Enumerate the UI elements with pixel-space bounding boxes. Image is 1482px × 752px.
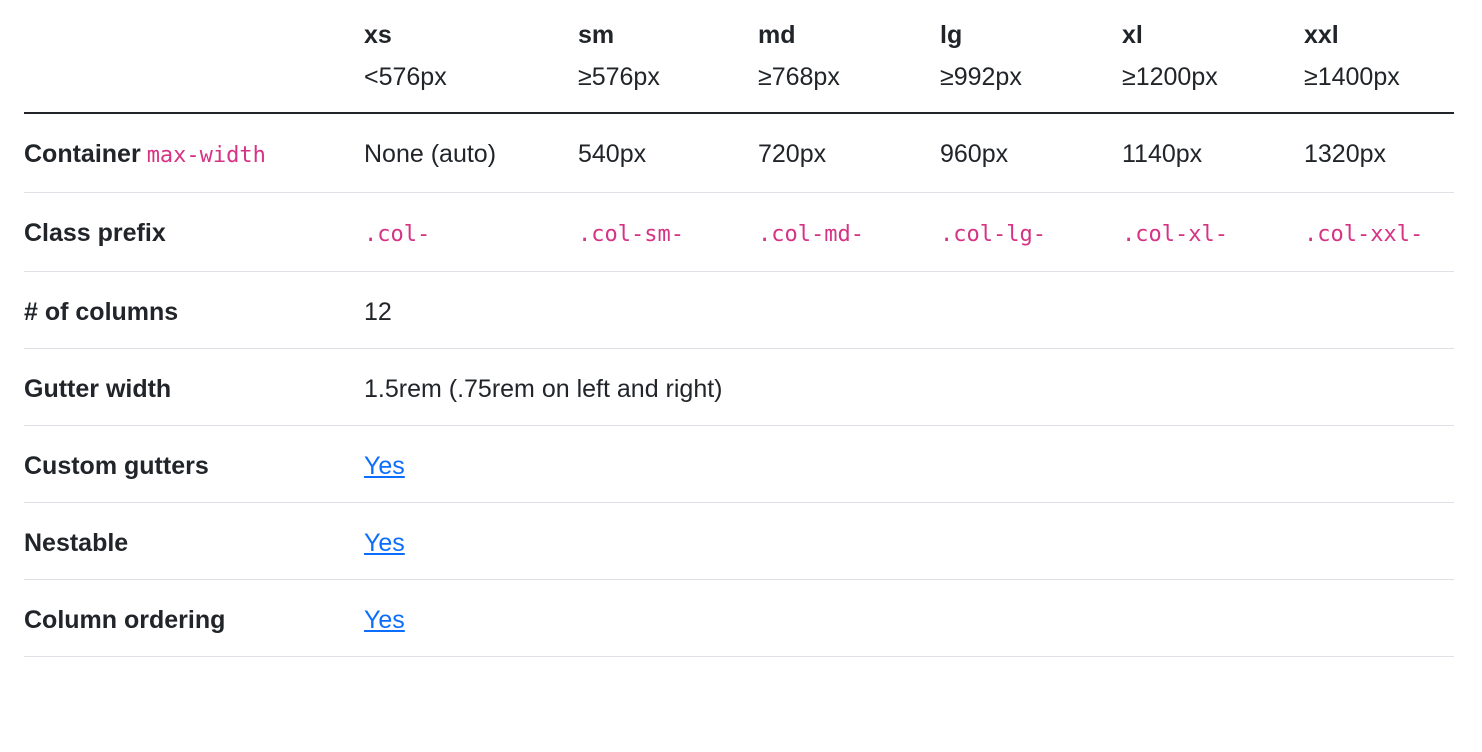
class-prefix-code: .col-lg- [940,222,1046,247]
cell-gutter-value: 1.5rem (.75rem on left and right) [364,348,1454,426]
row-label-container: Container max-width [24,113,364,193]
row-label-columns: # of columns [24,271,364,349]
nestable-link[interactable]: Yes [364,529,405,557]
column-ordering-link[interactable]: Yes [364,606,405,634]
custom-gutters-link[interactable]: Yes [364,452,405,480]
class-prefix-code: .col-xxl- [1304,222,1424,247]
cell-container-xl: 1140px [1122,113,1304,193]
breakpoint-name: sm [578,21,615,49]
row-label-ordering: Column ordering [24,579,364,657]
cell-nestable: Yes [364,502,1454,580]
cell-container-xxl: 1320px [1304,113,1454,193]
table-row-container: Container max-width None (auto) 540px 720… [24,113,1454,193]
table-row-class-prefix: Class prefix .col- .col-sm- .col-md- .co… [24,192,1454,272]
cell-container-md: 720px [758,113,940,193]
header-empty-cell [24,0,364,114]
breakpoint-range: <576px [364,63,447,91]
cell-container-sm: 540px [578,113,758,193]
table-row-custom-gutters: Custom gutters Yes [24,425,1454,503]
grid-options-table: xs <576px sm ≥576px md ≥768px lg ≥992px … [24,0,1454,657]
cell-prefix-lg: .col-lg- [940,192,1122,272]
breakpoint-range: ≥992px [940,63,1022,91]
header-sm: sm ≥576px [578,0,758,114]
cell-ordering: Yes [364,579,1454,657]
table-body: Container max-width None (auto) 540px 720… [24,113,1454,657]
table-row-columns: # of columns 12 [24,271,1454,349]
row-label-class-prefix: Class prefix [24,192,364,272]
table-row-ordering: Column ordering Yes [24,579,1454,657]
header-xxl: xxl ≥1400px [1304,0,1454,114]
class-prefix-code: .col- [364,222,431,247]
class-prefix-code: .col-xl- [1122,222,1228,247]
cell-container-lg: 960px [940,113,1122,193]
table-row-gutter: Gutter width 1.5rem (.75rem on left and … [24,348,1454,426]
breakpoint-name: xs [364,21,392,49]
cell-prefix-sm: .col-sm- [578,192,758,272]
breakpoint-range: ≥576px [578,63,660,91]
header-xs: xs <576px [364,0,578,114]
row-label-text: Container [24,140,141,168]
cell-custom-gutters: Yes [364,425,1454,503]
cell-prefix-xxl: .col-xxl- [1304,192,1454,272]
header-lg: lg ≥992px [940,0,1122,114]
cell-prefix-xl: .col-xl- [1122,192,1304,272]
breakpoint-range: ≥1200px [1122,63,1218,91]
row-label-gutter: Gutter width [24,348,364,426]
breakpoint-range: ≥768px [758,63,840,91]
breakpoint-name: xl [1122,21,1143,49]
header-md: md ≥768px [758,0,940,114]
row-label-nestable: Nestable [24,502,364,580]
class-prefix-code: .col-md- [758,222,864,247]
class-prefix-code: .col-sm- [578,222,684,247]
cell-columns-value: 12 [364,271,1454,349]
max-width-code: max-width [146,143,266,168]
breakpoint-name: xxl [1304,21,1339,49]
table-header: xs <576px sm ≥576px md ≥768px lg ≥992px … [24,0,1454,114]
cell-container-xs: None (auto) [364,113,578,193]
row-label-custom-gutters: Custom gutters [24,425,364,503]
table-row-nestable: Nestable Yes [24,502,1454,580]
header-xl: xl ≥1200px [1122,0,1304,114]
cell-prefix-xs: .col- [364,192,578,272]
cell-prefix-md: .col-md- [758,192,940,272]
breakpoint-name: lg [940,21,963,49]
header-row: xs <576px sm ≥576px md ≥768px lg ≥992px … [24,0,1454,114]
breakpoint-range: ≥1400px [1304,63,1400,91]
breakpoint-name: md [758,21,796,49]
